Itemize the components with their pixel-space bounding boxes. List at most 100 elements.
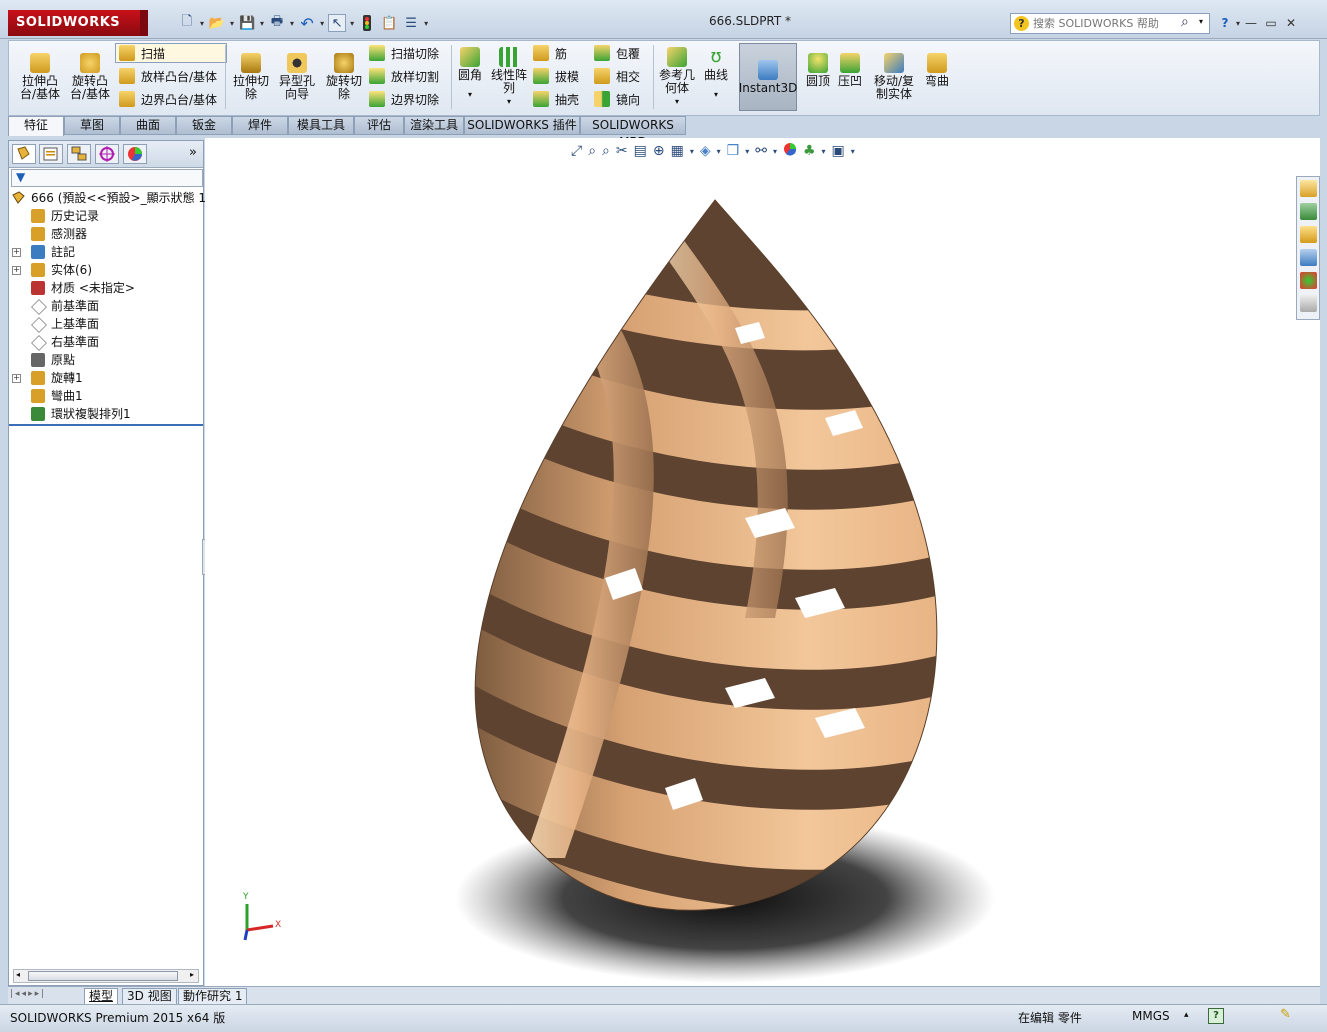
select-cursor-icon[interactable]: ↖ — [328, 14, 347, 32]
curves-button[interactable]: ʊ 曲线 ▾ — [701, 47, 731, 101]
property-manager-tab[interactable] — [39, 144, 63, 164]
draft-button[interactable]: 拔模 — [533, 66, 579, 86]
loft-boss-button[interactable]: 放样凸台/基体 — [119, 66, 217, 86]
rebuild-status-icon[interactable]: ✎ — [1280, 1007, 1291, 1022]
extrude-cut-label: 拉伸切 除 — [232, 74, 269, 101]
tab-scroll-arrows[interactable]: |◂◂▸▸| — [10, 989, 46, 999]
chevron-down-icon[interactable]: ▾ — [260, 19, 264, 28]
tab-item[interactable]: 渲染工具 — [404, 116, 464, 135]
tab-item[interactable]: 曲面 — [120, 116, 176, 135]
flex-button[interactable]: 弯曲 — [921, 53, 953, 88]
view-palette-icon[interactable] — [1300, 249, 1317, 266]
solidworks-logo[interactable]: SOLIDWORKS — [8, 10, 140, 36]
chevron-down-icon[interactable]: ▾ — [424, 19, 428, 28]
filter-bar[interactable]: ▼ — [11, 169, 203, 187]
options-icon[interactable]: ☰ — [402, 14, 420, 32]
tab-item[interactable]: SOLIDWORKS 插件 — [464, 116, 580, 135]
new-document-icon[interactable]: 🗋 — [178, 14, 196, 32]
bottom-tab[interactable]: 3D 视图 — [122, 988, 177, 1005]
chevron-down-icon[interactable]: ▾ — [675, 95, 679, 108]
shell-button[interactable]: 抽壳 — [533, 89, 579, 109]
help-icon[interactable]: ? — [1216, 15, 1234, 31]
sweep-cut-button[interactable]: 扫描切除 — [369, 43, 439, 63]
extrude-cut-button[interactable]: 拉伸切 除 — [231, 53, 271, 101]
dimxpert-tab[interactable] — [95, 144, 119, 164]
menu-expand-arrow[interactable] — [140, 10, 148, 36]
rollback-bar[interactable] — [9, 424, 203, 426]
minimize-icon[interactable]: — — [1242, 15, 1260, 31]
close-icon[interactable]: ✕ — [1282, 15, 1300, 31]
quick-tips-icon[interactable]: ? — [1208, 1008, 1224, 1024]
chevron-down-icon[interactable]: ▾ — [468, 88, 472, 101]
tab-item[interactable]: 焊件 — [232, 116, 288, 135]
configuration-manager-tab[interactable] — [67, 144, 91, 164]
open-folder-icon[interactable]: 📂 — [208, 14, 226, 32]
loft-cut-button[interactable]: 放样切割 — [369, 66, 439, 86]
tab-item[interactable]: 评估 — [354, 116, 404, 135]
chevron-down-icon[interactable]: ▾ — [320, 19, 324, 28]
revolve-boss-button[interactable]: 旋转凸 台/基体 — [67, 53, 113, 101]
graphics-area[interactable]: ⤢ ⌕ ⌕ ✂ ▤ ⊕ ▦▾ ◈▾ ❒▾ ⚯▾ ♣▾ ▣▾ ⊟ ⊟ — ⧉ ✕ — [205, 138, 1320, 986]
extrude-boss-button[interactable]: 拉伸凸 台/基体 — [17, 53, 63, 101]
horizontal-scrollbar[interactable]: ◂ ▸ — [13, 969, 199, 983]
rebuild-traffic-light-icon[interactable] — [358, 14, 376, 32]
save-icon[interactable]: 💾 — [238, 14, 256, 32]
tab-item[interactable]: 模具工具 — [288, 116, 354, 135]
bottom-tab[interactable]: 動作研究 1 — [178, 988, 248, 1005]
expand-toggle[interactable]: + — [12, 374, 21, 383]
help-search-box[interactable]: ? ⌕ ▾ — [1010, 13, 1210, 34]
chevron-down-icon[interactable]: ▾ — [230, 19, 234, 28]
chevron-down-icon[interactable]: ▾ — [714, 88, 718, 101]
indent-button[interactable]: 压凹 — [835, 53, 865, 88]
scroll-right-icon[interactable]: ▸ — [190, 970, 194, 979]
sweep-button[interactable]: 扫描 — [115, 43, 227, 63]
scrollbar-thumb[interactable] — [28, 971, 178, 981]
scroll-left-icon[interactable]: ◂ — [16, 970, 20, 979]
print-icon[interactable]: 🖶 — [268, 14, 286, 32]
chevron-down-icon[interactable]: ▾ — [350, 19, 354, 28]
hole-wizard-button[interactable]: 异型孔 向导 — [275, 53, 319, 101]
rib-button[interactable]: 筋 — [533, 43, 567, 63]
expand-panel-icon[interactable]: » — [189, 145, 197, 160]
home-icon[interactable] — [1300, 180, 1317, 197]
tree-item-label: 上基準面 — [51, 317, 100, 331]
magnifier-icon[interactable]: ⌕ — [1181, 14, 1189, 30]
file-properties-icon[interactable]: 📋 — [380, 14, 398, 32]
display-manager-tab[interactable] — [123, 144, 147, 164]
instant3d-toggle[interactable]: Instant3D — [739, 43, 797, 111]
file-explorer-icon[interactable] — [1300, 226, 1317, 243]
dome-button[interactable]: 圆顶 — [803, 53, 833, 88]
boundary-cut-button[interactable]: 边界切除 — [369, 89, 439, 109]
undo-icon[interactable]: ↶ — [298, 14, 316, 33]
fillet-button[interactable]: 圆角 ▾ — [455, 47, 485, 101]
tab-features[interactable]: 特征 — [8, 116, 64, 136]
bottom-tab[interactable]: 模型 — [84, 988, 119, 1005]
expand-toggle[interactable]: + — [12, 266, 21, 275]
tab-item[interactable]: 钣金 — [176, 116, 232, 135]
chevron-up-icon[interactable]: ▴ — [1184, 1010, 1189, 1020]
wrap-button[interactable]: 包覆 — [594, 43, 640, 63]
tab-item[interactable]: 草图 — [64, 116, 120, 135]
chevron-down-icon[interactable]: ▾ — [507, 95, 511, 108]
feature-manager-tab[interactable] — [12, 144, 36, 164]
appearances-icon[interactable] — [1300, 272, 1317, 289]
restore-icon[interactable]: ▭ — [1262, 15, 1280, 31]
linear-pattern-button[interactable]: 线性阵 列 ▾ — [489, 47, 529, 108]
chevron-down-icon[interactable]: ▾ — [290, 19, 294, 28]
move-copy-body-button[interactable]: 移动/复 制实体 — [871, 53, 917, 101]
custom-properties-icon[interactable] — [1300, 295, 1317, 312]
chevron-down-icon[interactable]: ▾ — [1199, 17, 1203, 26]
revolve-cut-button[interactable]: 旋转切 除 — [321, 53, 367, 101]
design-library-icon[interactable] — [1300, 203, 1317, 220]
expand-toggle[interactable]: + — [12, 248, 21, 257]
mirror-button[interactable]: 镜向 — [594, 89, 640, 109]
unit-system-selector[interactable]: MMGS — [1132, 1009, 1170, 1023]
chevron-down-icon[interactable]: ▾ — [200, 19, 204, 28]
chevron-down-icon[interactable]: ▾ — [1236, 19, 1240, 28]
3d-model-view[interactable] — [205, 138, 1320, 986]
reference-geometry-button[interactable]: 参考几 何体 ▾ — [655, 47, 699, 108]
intersect-button[interactable]: 相交 — [594, 66, 640, 86]
tab-item[interactable]: SOLIDWORKS MBD — [580, 116, 686, 149]
search-input[interactable] — [1033, 15, 1183, 32]
boundary-boss-button[interactable]: 边界凸台/基体 — [119, 89, 217, 109]
